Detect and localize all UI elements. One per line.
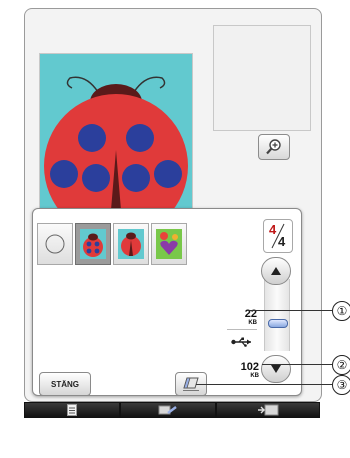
scroll-thumb[interactable] bbox=[268, 319, 288, 328]
triangle-up-icon bbox=[271, 267, 281, 275]
callout-leader-3 bbox=[196, 384, 332, 385]
tile-ladybug[interactable] bbox=[113, 223, 149, 265]
memory-usb-value: 102 bbox=[240, 361, 259, 373]
sewing-icon bbox=[158, 405, 177, 415]
callout-leader-1 bbox=[248, 310, 332, 311]
magnify-plus-icon bbox=[266, 139, 281, 155]
design-preview bbox=[39, 53, 193, 223]
close-button[interactable]: STÄNG bbox=[39, 372, 91, 396]
ladybug-thumb-icon bbox=[80, 229, 106, 259]
document-icon bbox=[67, 404, 77, 416]
bottom-toolbar bbox=[24, 402, 320, 418]
document-button[interactable] bbox=[25, 403, 119, 417]
zoom-button[interactable] bbox=[258, 134, 290, 160]
usb-icon bbox=[231, 337, 251, 347]
thumbnail-box bbox=[213, 25, 311, 131]
tile-heart-flower[interactable] bbox=[151, 223, 187, 265]
memory-usb-unit: KB bbox=[250, 373, 259, 379]
scroll-down-button[interactable] bbox=[261, 355, 291, 383]
machine-button[interactable] bbox=[217, 403, 319, 417]
heart-flower-icon bbox=[156, 229, 182, 259]
callout-2: ② bbox=[332, 355, 350, 375]
tile-empty-circle[interactable] bbox=[37, 223, 73, 265]
tile-ladybug-selected[interactable] bbox=[75, 223, 111, 265]
memory-usb: 102 KB bbox=[225, 357, 259, 379]
ladybug-thumb-icon bbox=[118, 229, 144, 259]
memory-machine-unit: KB bbox=[248, 320, 257, 326]
circle-icon bbox=[45, 234, 65, 254]
scroll-up-button[interactable] bbox=[261, 257, 291, 285]
page-total: 4 bbox=[278, 234, 286, 249]
triangle-down-icon bbox=[271, 365, 281, 373]
sewing-button[interactable] bbox=[121, 403, 215, 417]
scroll-track[interactable] bbox=[264, 279, 290, 351]
ladybug-image bbox=[40, 54, 192, 222]
callout-3: ③ bbox=[332, 375, 350, 395]
callout-1: ① bbox=[332, 301, 350, 321]
callout-leader-2 bbox=[262, 364, 332, 365]
machine-icon bbox=[258, 404, 279, 416]
page-indicator: 4 4 bbox=[263, 219, 293, 253]
screen-frame: 4 4 22 KB 102 KB STÄNG bbox=[6, 0, 326, 458]
memory-machine: 22 KB bbox=[229, 304, 257, 326]
memory-divider bbox=[227, 329, 257, 330]
pattern-list-popup: 4 4 22 KB 102 KB STÄNG bbox=[32, 208, 302, 396]
